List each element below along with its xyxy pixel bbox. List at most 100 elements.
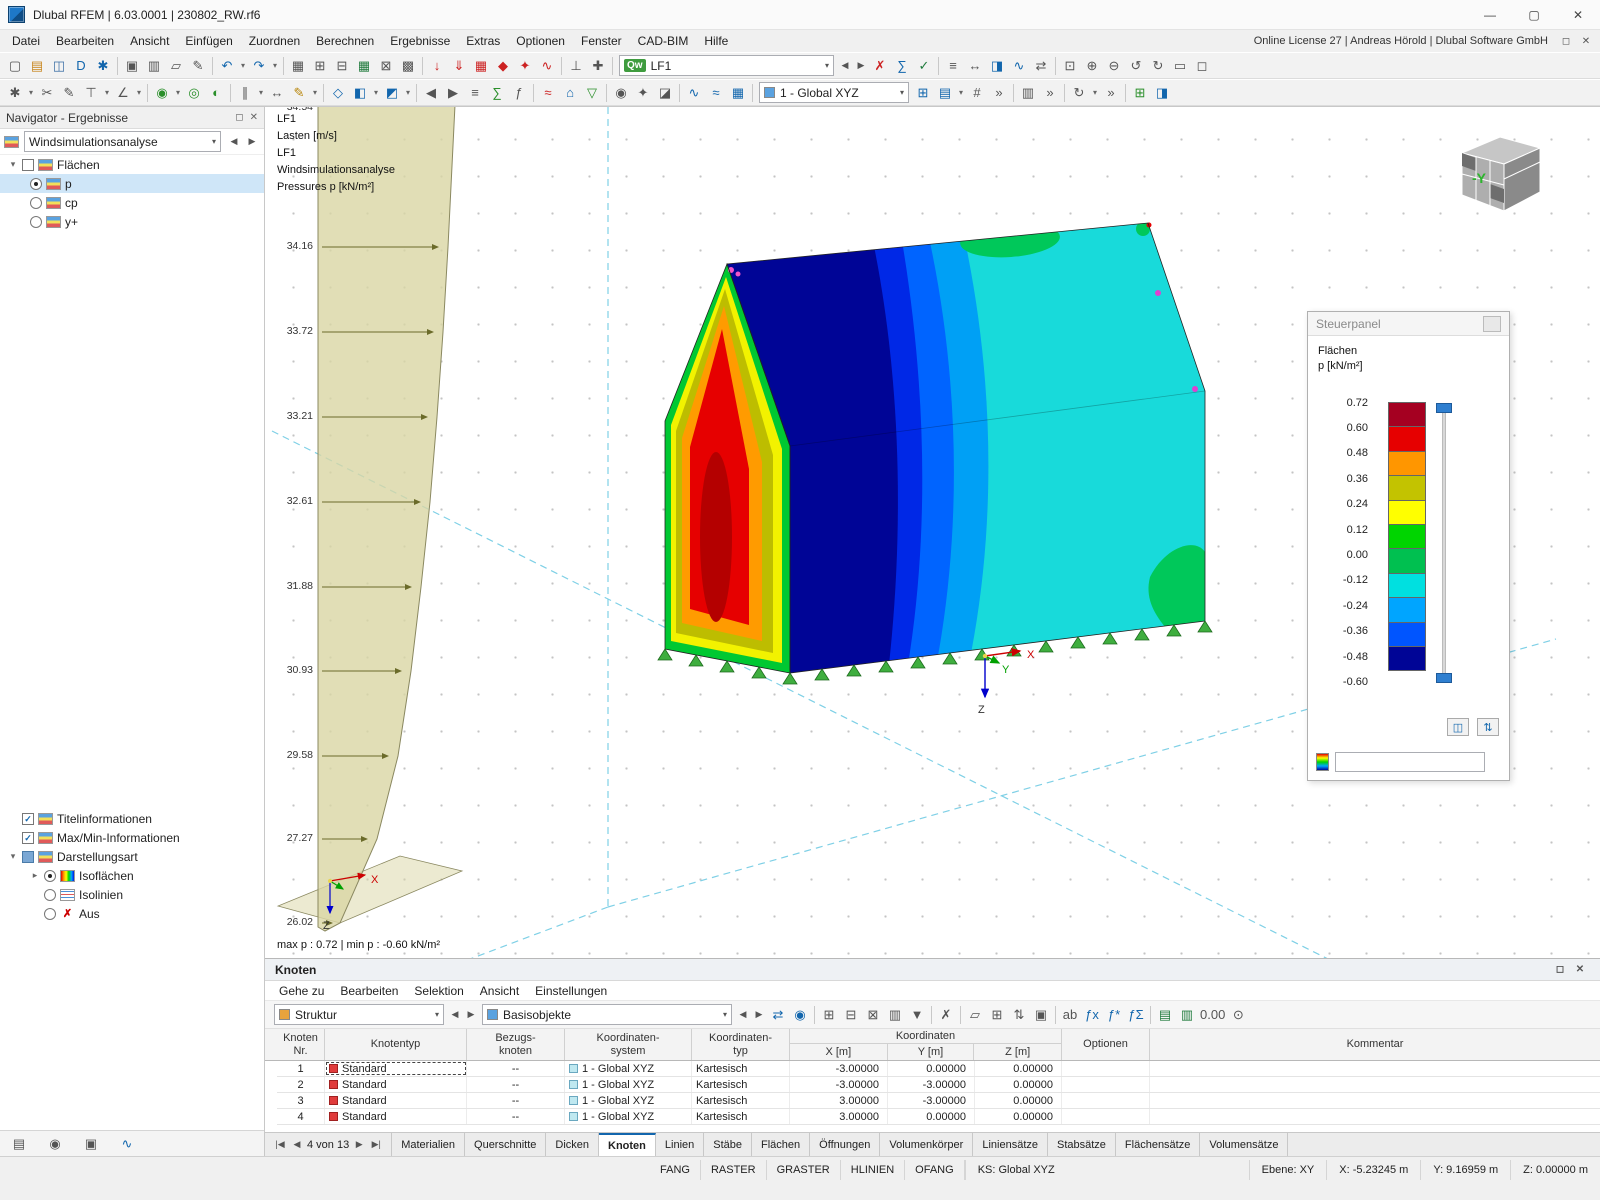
- cell-koordinatensystem[interactable]: 1 - Global XYZ: [565, 1077, 692, 1092]
- bottom-table-tab[interactable]: Dicken: [546, 1133, 599, 1156]
- table-row[interactable]: 3 Standard -- 1 - Global XYZ Kartesisch …: [277, 1093, 1600, 1109]
- overflow-icon[interactable]: »: [988, 82, 1010, 104]
- status-toggle[interactable]: RASTER: [701, 1160, 767, 1180]
- knoten-menu-item[interactable]: Selektion: [406, 982, 471, 1000]
- partial-view-icon[interactable]: ◎: [183, 82, 205, 104]
- guidelines-caret-icon[interactable]: ▾: [256, 82, 266, 104]
- open-file-icon[interactable]: ▤: [26, 55, 48, 77]
- previous-table-button[interactable]: ◀: [447, 1005, 463, 1025]
- workplane-status[interactable]: Ebene: XY: [1249, 1160, 1327, 1180]
- cell-koordinatensystem[interactable]: 1 - Global XYZ: [565, 1061, 692, 1076]
- menu-item[interactable]: Fenster: [573, 32, 630, 50]
- clipping-icon[interactable]: ◐: [205, 82, 227, 104]
- cell-optionen[interactable]: [1062, 1093, 1150, 1108]
- tree-node-flaechen[interactable]: ▾ Flächen: [0, 155, 264, 174]
- cell-bezugsknoten[interactable]: --: [467, 1093, 565, 1108]
- result-tree-item[interactable]: y+: [0, 212, 264, 231]
- result-category-combobox[interactable]: Windsimulationsanalyse ▾: [24, 131, 221, 152]
- cell-node-number[interactable]: 4: [277, 1109, 325, 1124]
- clipping-box-icon[interactable]: ◪: [654, 82, 676, 104]
- bottom-table-tab[interactable]: Linien: [656, 1133, 704, 1156]
- document-close-icon[interactable]: ✕: [1576, 32, 1596, 50]
- display-mode-radio[interactable]: [44, 870, 56, 882]
- option-checkbox[interactable]: ✓: [22, 813, 34, 825]
- panel-close-icon[interactable]: ✕: [250, 112, 258, 123]
- move-rows-icon[interactable]: ⇅: [1008, 1004, 1030, 1026]
- steuerpanel-titlebar[interactable]: Steuerpanel: [1308, 312, 1509, 336]
- rfem-hub-icon[interactable]: ✱: [92, 55, 114, 77]
- plane-caret-icon[interactable]: ▾: [956, 82, 966, 104]
- result-option-item[interactable]: ✓ Titelinformationen: [0, 809, 264, 828]
- results-smooth-icon[interactable]: ≈: [705, 82, 727, 104]
- result-tree-item[interactable]: p: [0, 174, 264, 193]
- display-caret-icon[interactable]: ▾: [403, 82, 413, 104]
- cell-knotentyp[interactable]: Standard: [325, 1109, 467, 1124]
- export-pdf-icon[interactable]: ▥: [143, 55, 165, 77]
- cell-kommentar[interactable]: [1150, 1093, 1600, 1108]
- window-zoom-icon[interactable]: ▭: [1169, 55, 1191, 77]
- cell-bezugsknoten[interactable]: --: [467, 1077, 565, 1092]
- nodal-load-icon[interactable]: ↓: [426, 55, 448, 77]
- camera-icon[interactable]: ◉: [610, 82, 632, 104]
- snap-caret-icon[interactable]: ▾: [26, 82, 36, 104]
- measure-icon[interactable]: ∠: [112, 82, 134, 104]
- result-values-icon[interactable]: ≡: [942, 55, 964, 77]
- previous-result-button[interactable]: ◀: [226, 132, 242, 152]
- guidelines-icon[interactable]: ∥: [234, 82, 256, 104]
- block-edit-icon[interactable]: ▣: [1030, 1004, 1052, 1026]
- result-radio[interactable]: [30, 216, 42, 228]
- cell-z[interactable]: 0.00000: [975, 1109, 1062, 1124]
- bottom-table-tab[interactable]: Volumenkörper: [880, 1133, 973, 1156]
- zoom-in-icon[interactable]: ⊕: [1081, 55, 1103, 77]
- next-load-case-icon[interactable]: ▶: [442, 82, 464, 104]
- renumber-icon[interactable]: ⇄: [1030, 55, 1052, 77]
- comment-icon[interactable]: ✎: [288, 82, 310, 104]
- result-dimensions-icon[interactable]: ↔: [964, 55, 986, 77]
- measure-caret-icon[interactable]: ▾: [134, 82, 144, 104]
- table-import-icon[interactable]: ⊠: [375, 55, 397, 77]
- table-print-icon[interactable]: ⊟: [331, 55, 353, 77]
- bottom-table-tab[interactable]: Liniensätze: [973, 1133, 1048, 1156]
- knoten-menu-item[interactable]: Gehe zu: [271, 982, 332, 1000]
- drawing-caret-icon[interactable]: ▾: [102, 82, 112, 104]
- overflow-icon-2[interactable]: »: [1039, 82, 1061, 104]
- line-load-icon[interactable]: ⇓: [448, 55, 470, 77]
- render-caret-icon[interactable]: ▾: [371, 82, 381, 104]
- knoten-menu-item[interactable]: Bearbeiten: [332, 982, 406, 1000]
- viewport-3d[interactable]: X Z: [265, 106, 1600, 958]
- table-filter-icon[interactable]: ▼: [906, 1004, 928, 1026]
- snap-grid-icon[interactable]: ⊞: [1129, 82, 1151, 104]
- bottom-table-tab[interactable]: Volumensätze: [1200, 1133, 1288, 1156]
- display-mode-item[interactable]: ▸ Isoflächen: [0, 866, 264, 885]
- tables-icon[interactable]: ▦: [287, 55, 309, 77]
- darstellungsart-checkbox[interactable]: [22, 851, 34, 863]
- calculate-all-icon[interactable]: ∑: [891, 55, 913, 77]
- control-panel-icon[interactable]: ◨: [986, 55, 1008, 77]
- insert-row-icon[interactable]: ⊞: [986, 1004, 1008, 1026]
- color-scale-selector[interactable]: [1335, 752, 1485, 772]
- last-record-button[interactable]: ▶|: [369, 1139, 383, 1150]
- menu-item[interactable]: Zuordnen: [241, 32, 308, 50]
- cell-y[interactable]: -3.00000: [888, 1093, 975, 1108]
- area-load-icon[interactable]: ▦: [470, 55, 492, 77]
- struktur-combobox[interactable]: Struktur ▾: [274, 1004, 444, 1025]
- navigator-tab-anzeigen-icon[interactable]: ◉: [44, 1134, 66, 1154]
- next-result-button[interactable]: ▶: [244, 132, 260, 152]
- cell-x[interactable]: -3.00000: [790, 1077, 888, 1092]
- sort-abc-icon[interactable]: ab: [1059, 1004, 1081, 1026]
- results-display-icon[interactable]: ∿: [683, 82, 705, 104]
- menu-item[interactable]: Einfügen: [177, 32, 240, 50]
- cell-koordinatentyp[interactable]: Kartesisch: [692, 1093, 790, 1108]
- panel-close-icon[interactable]: ✕: [1570, 961, 1590, 979]
- knoten-menu-item[interactable]: Ansicht: [472, 982, 527, 1000]
- navigator-tab-ansichten-icon[interactable]: ▣: [80, 1134, 102, 1154]
- copy-row-icon[interactable]: ▱: [964, 1004, 986, 1026]
- plausibility-check-icon[interactable]: ✓: [913, 55, 935, 77]
- cell-kommentar[interactable]: [1150, 1109, 1600, 1124]
- formula-all-icon[interactable]: ƒΣ: [1125, 1004, 1147, 1026]
- table-columns-icon[interactable]: ▥: [1017, 82, 1039, 104]
- display-properties-icon[interactable]: ◩: [381, 82, 403, 104]
- copy-icon[interactable]: ▱: [165, 55, 187, 77]
- result-tree-item[interactable]: cp: [0, 193, 264, 212]
- previous-load-case-button[interactable]: ◀: [837, 56, 853, 76]
